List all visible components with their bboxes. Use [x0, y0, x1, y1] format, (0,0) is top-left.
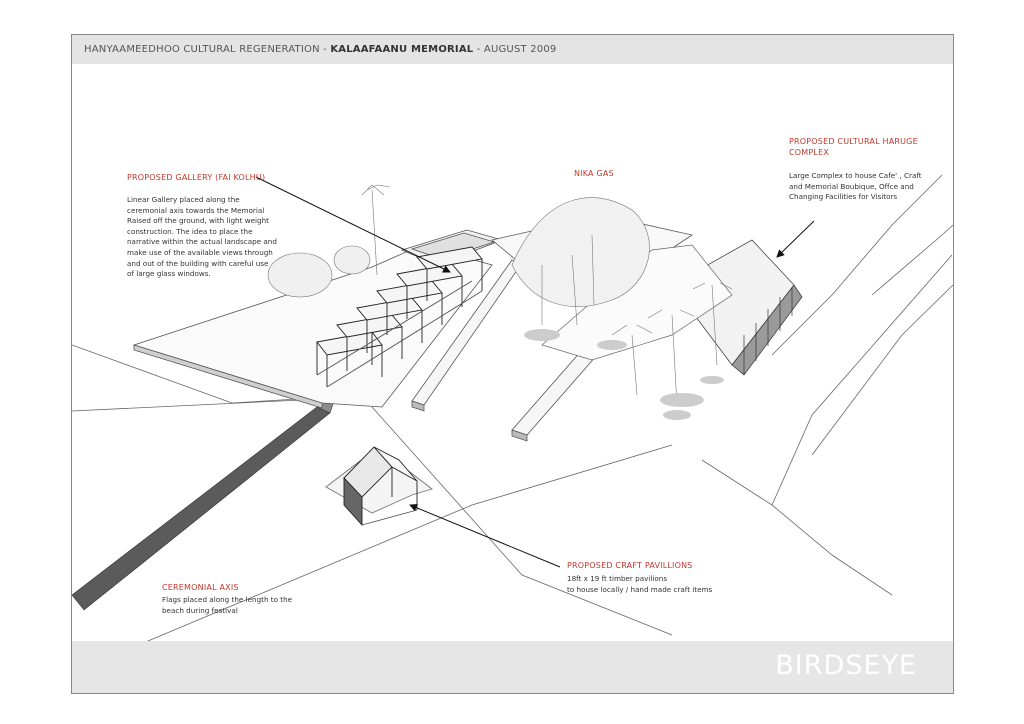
- view-title: BIRDSEYE: [775, 650, 917, 681]
- nika-gas-title: NIKA GAS: [574, 169, 614, 178]
- footer-band: BIRDSEYE: [72, 641, 953, 693]
- haruge-description: Large Complex to house Cafe' , Craft and…: [789, 171, 939, 203]
- haruge-arrow: [776, 220, 815, 258]
- axis-line: Flags placed along the length to the: [162, 595, 293, 604]
- ceremonial-axis-description: Flags placed along the length to the bea…: [162, 595, 322, 616]
- gallery-line: of large glass windows.: [127, 269, 211, 279]
- gallery-line: narrative within the actual landscape an…: [127, 237, 277, 247]
- haruge-title-line: PROPOSED CULTURAL HARUGE: [789, 137, 918, 146]
- gallery-line: ceremonial axis towards the Memorial: [127, 205, 265, 215]
- gallery-line: Linear Gallery placed along the: [127, 195, 240, 204]
- gallery-line: and out of the building with careful use: [127, 258, 269, 268]
- pavillions-line: to house locally / hand made craft items: [567, 584, 713, 594]
- haruge-line: and Memorial Boubique, Offce and: [789, 181, 914, 191]
- ceremonial-wall: [72, 394, 335, 611]
- pavillions-title: PROPOSED CRAFT PAVILLIONS: [567, 561, 693, 570]
- haruge-title: PROPOSED CULTURAL HARUGE COMPLEX: [789, 136, 918, 158]
- gallery-line: construction. The idea to place the: [127, 226, 253, 236]
- haruge-line: Changing Facilities for Visitors: [789, 192, 898, 202]
- haruge-line: Large Complex to house Cafe' , Craft: [789, 171, 922, 180]
- pavillions-description: 18ft x 19 ft timber pavilions to house l…: [567, 574, 767, 595]
- haruge-title-line: COMPLEX: [789, 148, 830, 157]
- gallery-title: PROPOSED GALLERY (FAI KOLHU): [127, 173, 266, 182]
- gallery-line: Raised off the ground, with light weight: [127, 216, 269, 226]
- axis-line: beach during festival: [162, 605, 238, 615]
- pavilion-arrow: [409, 503, 561, 568]
- craft-pavilion: [325, 446, 433, 527]
- pavillions-line: 18ft x 19 ft timber pavilions: [567, 574, 668, 583]
- gallery-line: make use of the available views through: [127, 247, 273, 257]
- ceremonial-axis-title: CEREMONIAL AXIS: [162, 583, 239, 592]
- gallery-description: Linear Gallery placed along the ceremoni…: [127, 195, 287, 280]
- drawing-sheet: HANYAAMEEDHOO CULTURAL REGENERATION - KA…: [71, 34, 954, 694]
